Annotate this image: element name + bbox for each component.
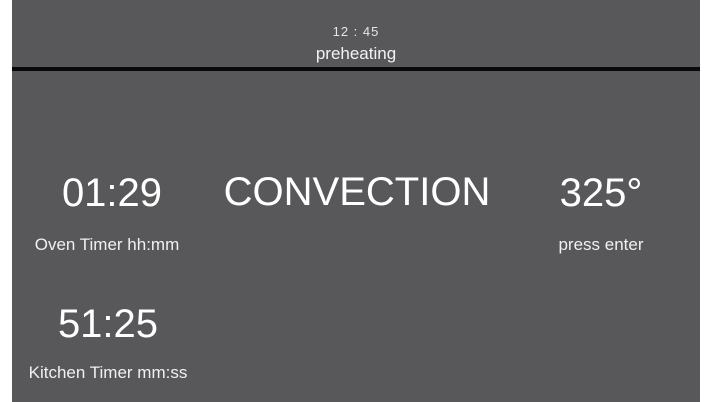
temperature-value[interactable]: 325° bbox=[512, 170, 690, 216]
kitchen-timer-label: Kitchen Timer mm:ss bbox=[28, 363, 188, 382]
cooking-mode[interactable]: CONVECTION bbox=[212, 168, 502, 216]
oven-display: 12 : 45 preheating 01:29 Oven Timer hh:m… bbox=[12, 0, 700, 402]
header-divider bbox=[12, 67, 700, 71]
kitchen-timer-value[interactable]: 51:25 bbox=[12, 301, 204, 347]
oven-status: preheating bbox=[315, 44, 397, 63]
oven-timer-value[interactable]: 01:29 bbox=[12, 170, 212, 216]
clock: 12 : 45 bbox=[332, 24, 380, 39]
status-bar: 12 : 45 preheating bbox=[12, 0, 700, 67]
temperature-hint: press enter bbox=[558, 235, 644, 254]
oven-timer-label: Oven Timer hh:mm bbox=[34, 235, 180, 254]
